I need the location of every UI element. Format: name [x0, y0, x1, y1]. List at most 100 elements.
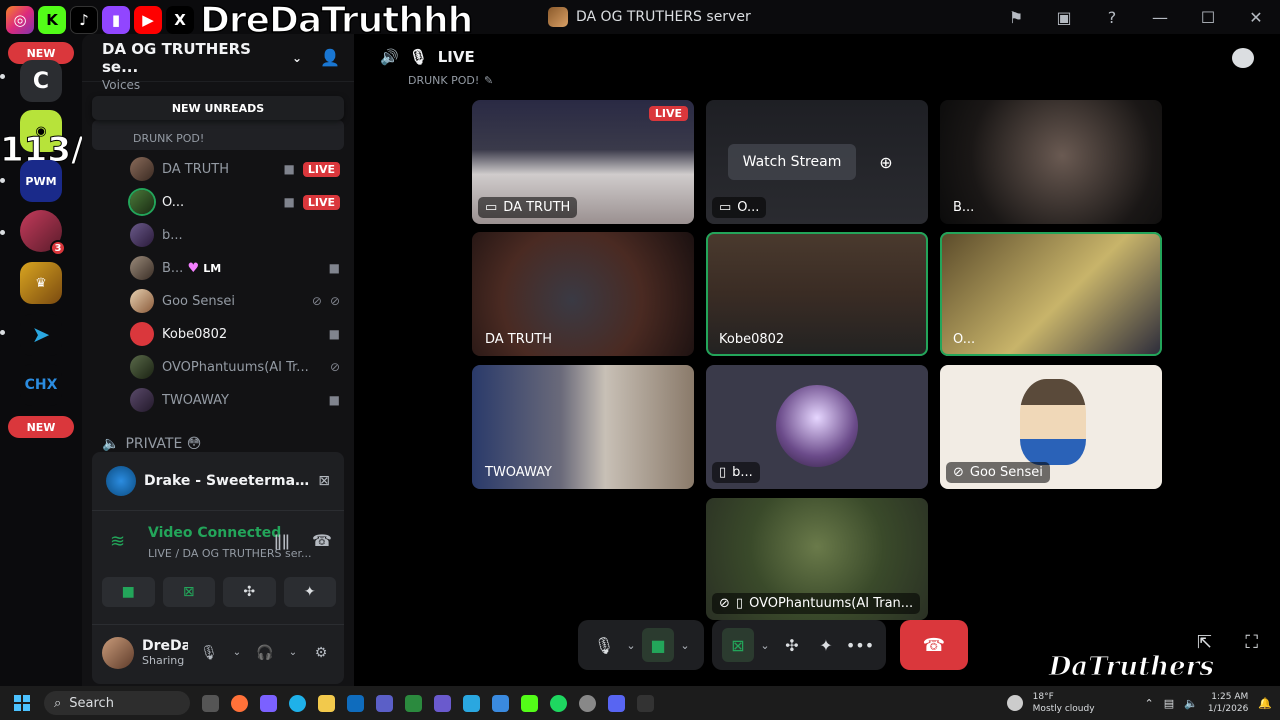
chevron-down-icon[interactable]: ⌄: [622, 639, 640, 652]
activities-button[interactable]: ✣: [776, 628, 808, 662]
music-app-icon: [106, 466, 136, 496]
microphone-icon[interactable]: 🎙: [196, 645, 222, 661]
server-pwm-icon[interactable]: PWM: [20, 160, 62, 202]
chevron-down-icon[interactable]: ⌄: [286, 647, 300, 658]
camera-button[interactable]: ■: [642, 628, 674, 662]
stream-tile[interactable]: Watch Stream ⊕ ▭ O...: [706, 100, 928, 224]
disconnect-icon[interactable]: ☎: [312, 531, 332, 550]
discord-icon[interactable]: [608, 694, 625, 712]
live-voice-channel[interactable]: [92, 120, 344, 150]
outlook-icon[interactable]: [347, 694, 364, 712]
close-button[interactable]: ✕: [1232, 0, 1280, 34]
new-pill-bottom[interactable]: NEW: [8, 416, 74, 438]
video-tile[interactable]: DA TRUTH: [472, 232, 694, 356]
video-tile[interactable]: Kobe0802: [706, 232, 928, 356]
server-header[interactable]: DA OG TRUTHERS se... ⌄ 👤: [82, 34, 354, 82]
voice-user[interactable]: TWOAWAY ■: [130, 387, 340, 413]
edit-icon[interactable]: ✎: [484, 74, 493, 87]
noise-suppression-icon[interactable]: ǁǁ: [274, 531, 290, 550]
app-icon[interactable]: [463, 694, 480, 712]
voice-channel-link[interactable]: LIVE / DA OG TRUTHERS ser...: [148, 547, 328, 560]
copilot-icon[interactable]: [260, 694, 277, 712]
screen-share-button[interactable]: ⊠: [162, 577, 215, 607]
muted-icon: ⊘: [719, 596, 730, 611]
stream-tile[interactable]: LIVE ▭ DA TRUTH: [472, 100, 694, 224]
spotify-icon[interactable]: [550, 694, 567, 712]
minimize-button[interactable]: —: [1136, 0, 1184, 34]
add-stream-icon[interactable]: ⊕: [872, 148, 900, 176]
network-icon[interactable]: ▤: [1164, 697, 1174, 710]
stop-share-icon[interactable]: ⊠: [318, 473, 330, 489]
server-king-icon[interactable]: ♛: [20, 262, 62, 304]
edge-icon[interactable]: [289, 694, 306, 712]
chevron-down-icon[interactable]: ⌄: [756, 639, 774, 652]
more-icon[interactable]: •••: [844, 628, 876, 662]
server-avatar-icon[interactable]: 3: [20, 210, 66, 256]
voice-user[interactable]: Goo Sensei ⊘ ⊘: [130, 288, 340, 314]
voice-user[interactable]: OVOPhantuums(AI Tr... ⊘: [130, 354, 340, 380]
new-unreads-bar[interactable]: NEW UNREADS: [92, 96, 344, 120]
inbox-icon[interactable]: ▣: [1040, 0, 1088, 34]
popout-icon[interactable]: ⇱: [1197, 632, 1212, 653]
microphone-button[interactable]: 🎙: [588, 628, 620, 662]
voice-user[interactable]: b...: [130, 222, 340, 248]
now-playing[interactable]: Drake - Sweeterman (CDQ/Ex... ⊠: [106, 466, 330, 496]
help-icon[interactable]: ?: [1088, 0, 1136, 34]
video-tile[interactable]: O...: [940, 232, 1162, 356]
screen-share-button[interactable]: ⊠: [722, 628, 754, 662]
flag-icon[interactable]: ⚑: [992, 0, 1040, 34]
user-area: DreDaTruth... Sharing their ... 🎙 ⌄ 🎧 ⌄ …: [92, 624, 344, 680]
voice-user[interactable]: O... ■ LIVE: [130, 189, 340, 215]
volume-icon[interactable]: 🔈: [1184, 697, 1198, 710]
clock[interactable]: 1:25 AM 1/1/2026: [1208, 691, 1248, 715]
app-icon[interactable]: [579, 694, 596, 712]
add-user-icon[interactable]: 👤: [320, 48, 340, 67]
video-tile[interactable]: B...: [940, 100, 1162, 224]
headphones-icon[interactable]: 🎧: [252, 645, 278, 661]
notification-icon[interactable]: 🔔: [1258, 697, 1272, 710]
channel-status[interactable]: DRUNK POD!: [408, 74, 479, 87]
activities-button[interactable]: ✣: [223, 577, 276, 607]
soundboard-button[interactable]: ✦: [283, 577, 336, 607]
voice-status[interactable]: Video Connected: [148, 525, 281, 541]
avatar-tile[interactable]: ▯ b...: [706, 365, 928, 489]
chat-icon[interactable]: [1232, 48, 1254, 68]
chevron-up-icon[interactable]: ⌃: [1145, 697, 1154, 710]
chevron-down-icon[interactable]: ⌄: [676, 639, 694, 652]
disconnect-button[interactable]: ☎: [900, 620, 968, 670]
voice-user[interactable]: B... ♥ LM ■: [130, 255, 340, 281]
app-icon[interactable]: [434, 694, 451, 712]
photos-icon[interactable]: [492, 694, 509, 712]
server-chx-icon[interactable]: CHX: [20, 364, 62, 406]
telegram-icon[interactable]: ➤: [20, 314, 62, 356]
voice-user[interactable]: Kobe0802 ■: [130, 321, 340, 347]
voice-panel-buttons: ■ ⊠ ✣ ✦: [102, 577, 336, 607]
avatar-tile[interactable]: ⊘ Goo Sensei: [940, 365, 1162, 489]
task-view-icon[interactable]: [202, 694, 219, 712]
watch-stream-button[interactable]: Watch Stream: [728, 144, 856, 180]
avatar-tile[interactable]: ⊘ ▯ OVOPhantuums(AI Tran...: [706, 498, 928, 620]
voice-user[interactable]: DA TRUTH ■ LIVE: [130, 156, 340, 182]
windows-start-icon[interactable]: [14, 695, 30, 711]
soundboard-button[interactable]: ✦: [810, 628, 842, 662]
avatar[interactable]: [102, 636, 134, 669]
camera-button[interactable]: ■: [102, 577, 155, 607]
private-channel[interactable]: 🔈 PRIVATE 😳: [102, 436, 201, 452]
taskbar-search[interactable]: ⌕ Search: [44, 691, 190, 715]
app-icon[interactable]: [637, 694, 654, 712]
signal-icon[interactable]: ≋: [110, 531, 125, 552]
video-tile[interactable]: TWOAWAY: [472, 365, 694, 489]
weather-widget[interactable]: 18°F Mostly cloudy: [1033, 691, 1095, 715]
gear-icon[interactable]: ⚙: [308, 645, 334, 661]
teams-icon[interactable]: [376, 694, 393, 712]
fullscreen-icon[interactable]: ⛶: [1245, 632, 1258, 653]
category-voices[interactable]: Voices: [102, 78, 140, 92]
firefox-icon[interactable]: [231, 694, 248, 712]
screen-icon: ▭: [719, 200, 732, 215]
server-c-icon[interactable]: C: [20, 60, 62, 102]
app-icon[interactable]: [405, 694, 422, 712]
maximize-button[interactable]: ☐: [1184, 0, 1232, 34]
chevron-down-icon[interactable]: ⌄: [230, 647, 244, 658]
file-explorer-icon[interactable]: [318, 694, 335, 712]
app-icon[interactable]: [521, 694, 538, 712]
